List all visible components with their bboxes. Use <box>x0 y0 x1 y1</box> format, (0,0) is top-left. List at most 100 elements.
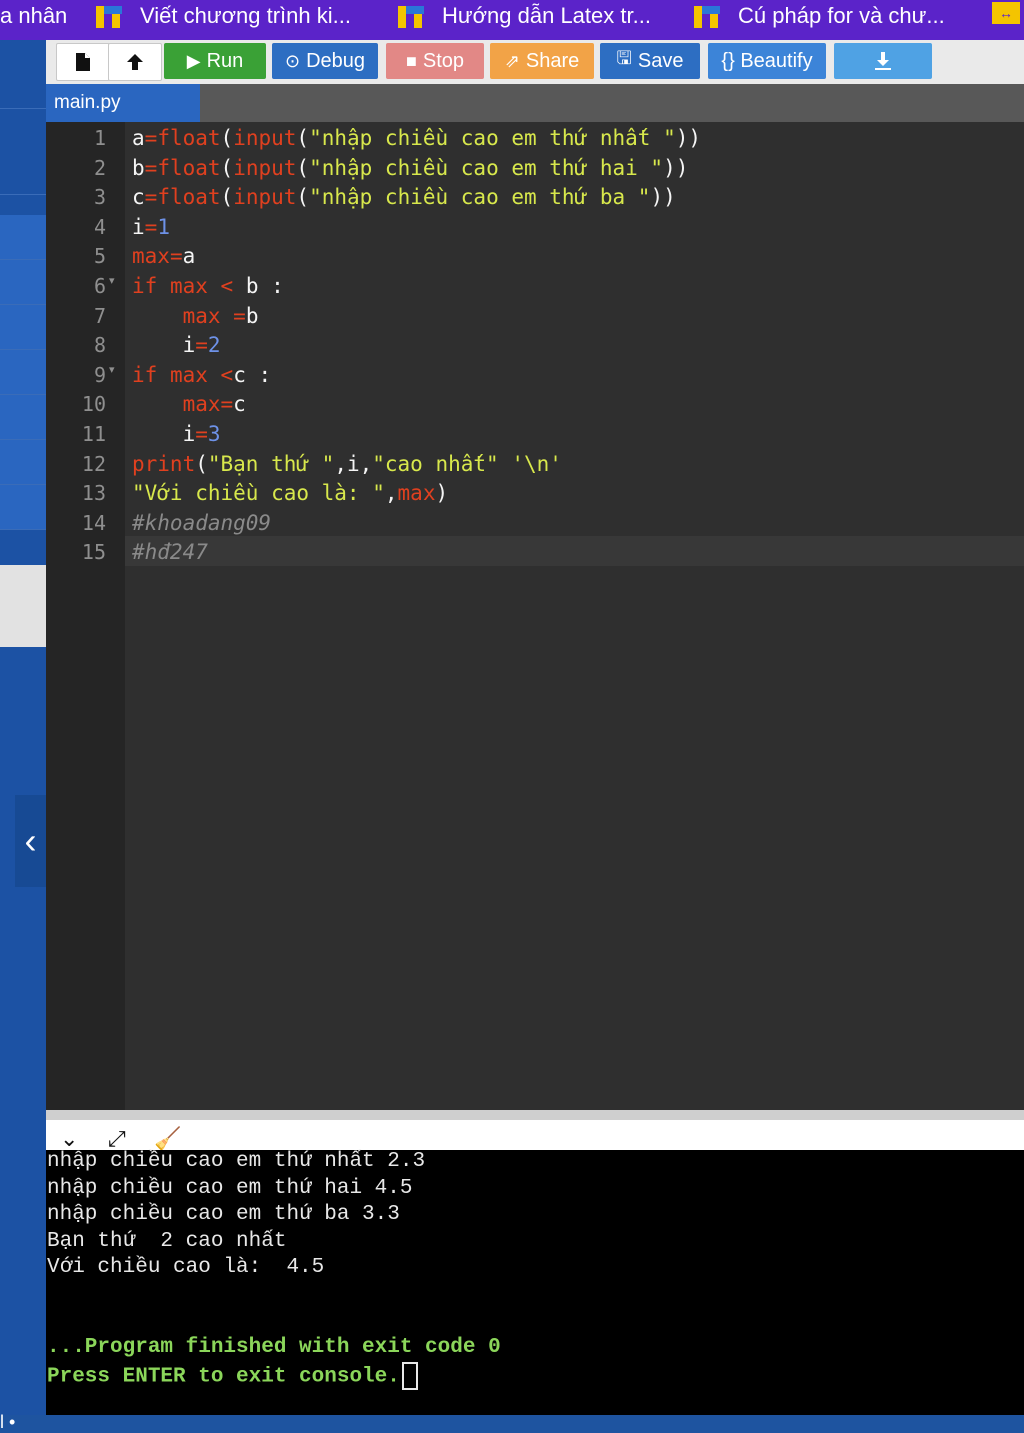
line-number: 4 <box>93 214 106 239</box>
code-token: input <box>233 155 297 180</box>
download-button[interactable] <box>834 43 932 79</box>
fold-toggle-icon[interactable]: ▾ <box>109 274 115 287</box>
sidebar-item[interactable] <box>0 395 46 440</box>
clear-console-icon[interactable]: 🧹 <box>154 1126 181 1152</box>
console-line: Với chiều cao là: 4.5 <box>47 1256 325 1279</box>
code-token: = <box>195 422 208 446</box>
code-line: "Với chiều cao là: ",max) <box>132 479 448 509</box>
code-token: #khoadang09 <box>132 510 272 535</box>
sidebar-item[interactable] <box>0 350 46 395</box>
stop-label: Stop <box>422 49 465 72</box>
file-tab-bar: main.py <box>46 84 1024 122</box>
fold-toggle-icon[interactable]: ▾ <box>109 363 115 376</box>
line-number: 8 <box>93 333 106 358</box>
chevron-down-icon[interactable]: ⌄ <box>60 1126 78 1152</box>
code-token: = <box>195 333 208 358</box>
bookmark-label: Viết chương trình ki... <box>140 3 351 28</box>
code-token: 3 <box>207 422 221 446</box>
code-line: i=2 <box>132 331 221 361</box>
code-token: = <box>233 303 246 328</box>
code-token: "Với chiều cao là: " <box>132 481 385 506</box>
console-toolbar: ⌄ ⤢ 🧹 <box>46 1110 1024 1152</box>
new-file-button[interactable] <box>56 43 110 81</box>
code-token: )) <box>650 185 676 210</box>
stop-button[interactable]: ■ Stop <box>386 43 484 79</box>
sidebar-item[interactable] <box>0 150 46 195</box>
bookmark-2[interactable]: Hướng dẫn Latex tr... <box>398 0 651 32</box>
upload-button[interactable] <box>108 43 162 81</box>
code-token: ( <box>220 185 234 210</box>
sidebar-item[interactable] <box>0 215 46 260</box>
save-button[interactable]: 🖫 Save <box>600 43 700 79</box>
save-label: Save <box>637 49 684 72</box>
sidebar-item[interactable] <box>0 305 46 350</box>
code-token: float <box>157 185 221 210</box>
code-token: a <box>132 126 145 150</box>
line-number: 3 <box>93 185 106 210</box>
code-token: , <box>384 481 398 506</box>
share-label: Share <box>525 49 580 72</box>
code-token: 2 <box>207 333 221 358</box>
code-line: if max <c : <box>132 361 271 391</box>
code-token: c : <box>233 362 272 387</box>
code-token: '\n' <box>511 451 562 476</box>
output-console[interactable]: nhập chiều cao em thứ nhất 2.3 nhập chiề… <box>46 1150 1024 1415</box>
code-token: b : <box>233 274 284 298</box>
code-line: max=c <box>132 390 246 420</box>
expand-icon[interactable]: ⤢ <box>108 1126 126 1152</box>
collapse-sidebar-button[interactable]: ‹ <box>15 795 46 887</box>
line-number: 11 <box>81 422 106 446</box>
bookmark-0[interactable]: a nhân <box>0 0 67 32</box>
code-token: "cao nhất" <box>372 451 499 476</box>
extension-icon[interactable]: ↔ <box>992 2 1020 24</box>
editor-toolbar: ▶ Run ⊙ Debug ■ Stop ⇗ Share 🖫 Save {} Beauti… <box>46 40 1024 84</box>
code-token: )) <box>675 126 702 150</box>
exit-message: ...Program finished with exit code 0 <box>47 1336 501 1359</box>
code-line: c=float(input("nhập chiều cao em thứ ba … <box>132 183 676 213</box>
code-token: ( <box>296 126 310 150</box>
code-token: max <box>132 244 170 269</box>
code-token: i <box>132 422 196 446</box>
sidebar-item[interactable] <box>0 260 46 305</box>
sidebar-footer-text: l • <box>0 1412 16 1432</box>
tab-main-py[interactable]: main.py <box>46 84 200 122</box>
code-token: max <box>397 481 436 506</box>
line-number: 5 <box>93 244 106 269</box>
share-icon: ⇗ <box>504 50 520 71</box>
code-token: ) <box>435 481 449 506</box>
run-button[interactable]: ▶ Run <box>164 43 266 79</box>
file-icon <box>76 53 90 71</box>
line-number: 13 <box>81 481 106 506</box>
sidebar-item[interactable] <box>0 40 46 109</box>
bookmark-3[interactable]: Cú pháp for và chư... <box>694 0 945 32</box>
beautify-button[interactable]: {} Beautify <box>708 43 826 79</box>
code-token: c <box>132 185 145 210</box>
code-token: "nhập chiều cao em thứ hai " <box>309 155 664 180</box>
code-editor[interactable]: 1 2 3 4 5 6 ▾ 7 8 9 ▾ 10 11 12 13 14 15 a=float(input("n… <box>46 122 1024 1110</box>
chevron-left-icon: ‹ <box>24 820 37 861</box>
sidebar-item[interactable] <box>0 440 46 485</box>
sidebar-item[interactable] <box>0 485 46 530</box>
code-line: b=float(input("nhập chiều cao em thứ hai… <box>132 154 688 184</box>
line-number: 14 <box>81 510 106 535</box>
line-number: 2 <box>93 155 106 180</box>
code-token: b <box>132 155 145 180</box>
debug-label: Debug <box>306 49 366 72</box>
code-token: = <box>144 185 158 210</box>
debug-button[interactable]: ⊙ Debug <box>272 43 378 79</box>
upload-icon <box>127 54 143 70</box>
code-line: i=3 <box>132 420 221 450</box>
code-line: #khoadang09 <box>132 509 271 539</box>
code-line: max =b <box>132 302 259 332</box>
share-button[interactable]: ⇗ Share <box>490 43 594 79</box>
floppy-icon: 🖫 <box>616 48 632 68</box>
bookmark-1[interactable]: Viết chương trình ki... <box>96 0 351 32</box>
console-line: nhập chiều cao em thứ nhất 2.3 <box>47 1150 426 1173</box>
line-number: 1 <box>93 126 106 150</box>
code-token: = <box>169 244 183 269</box>
play-icon: ▶ <box>186 50 201 71</box>
